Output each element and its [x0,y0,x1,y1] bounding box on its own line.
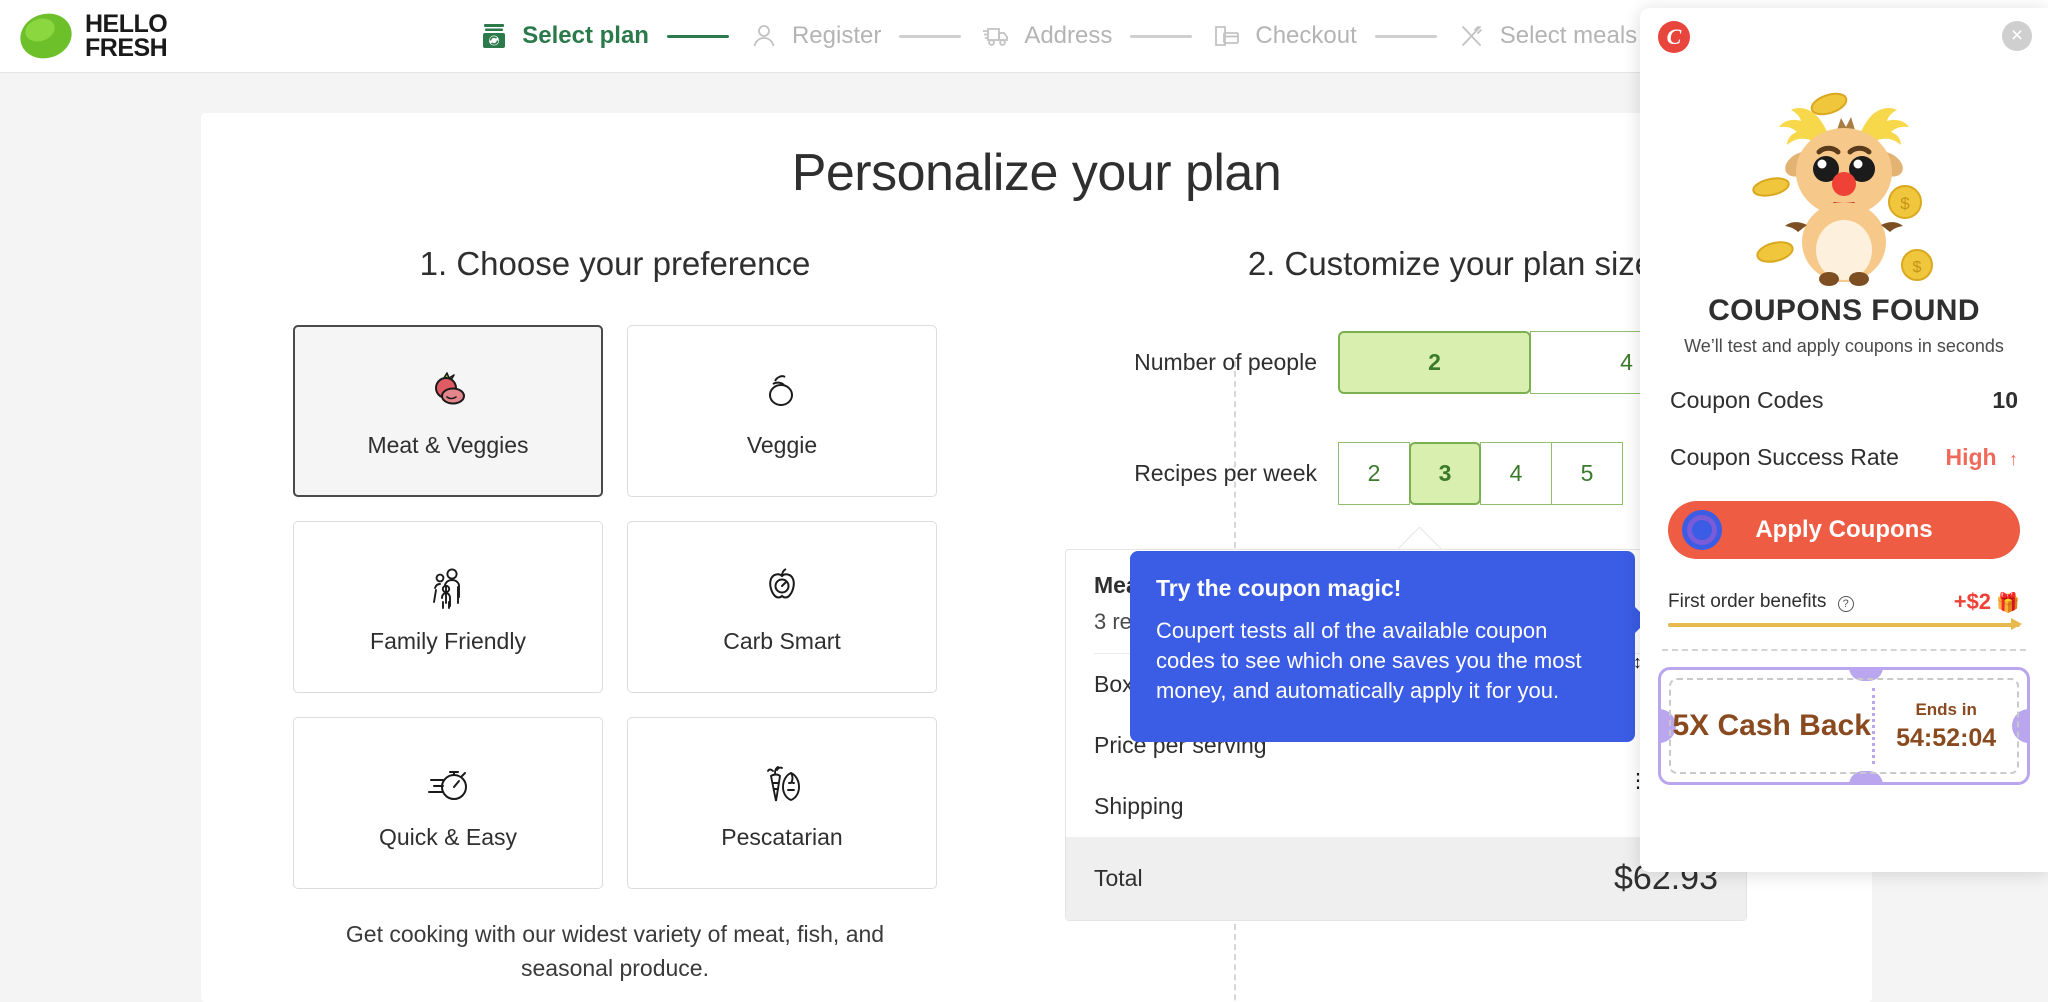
benefits-progress-bar [1668,618,2022,630]
fork-knife-icon [1455,19,1489,53]
family-icon [422,560,474,616]
truck-icon [979,19,1013,53]
panel-notch [1398,527,1442,549]
recipes-option-5[interactable]: 5 [1551,442,1623,505]
tomato-outline-icon [757,364,807,420]
first-order-amount-wrap: +$2 🎁 [1954,589,2020,615]
preference-column: 1. Choose your preference Meat & Veggies [201,245,1029,985]
total-label: Total [1094,865,1143,891]
step-connector [666,34,729,38]
step-connector [899,34,962,38]
carrot-fish-icon [755,756,809,812]
stat-label: Coupon Codes [1670,387,1824,413]
recipes-option-4[interactable]: 4 [1480,442,1552,505]
stat-coupon-success-rate: Coupon Success Rate High ↑ [1640,444,2048,471]
step-label: Select meals [1499,22,1638,49]
recipes-option-2[interactable]: 2 [1338,442,1410,505]
cashback-time: 54:52:04 [1896,723,1997,752]
step-checkout[interactable]: Checkout [1210,19,1357,53]
step-label: Address [1024,22,1113,49]
tooltip-title: Try the coupon magic! [1156,575,1402,601]
coupert-subtitle: We’ll test and apply coupons in seconds [1684,336,2004,356]
resize-handle-vertical[interactable]: ↕ [1633,652,1642,673]
coupon-inner: 5X Cash Back Ends in 54:52:04 [1669,678,2019,774]
svg-text:$: $ [1913,259,1922,276]
step-connector [1374,34,1437,38]
cashback-countdown: Ends in 54:52:04 [1875,700,2017,753]
stat-label: Coupon Success Rate [1670,444,1899,470]
preference-card-family-friendly[interactable]: Family Friendly [293,521,603,693]
stat-value: 10 [1992,387,2018,413]
first-order-amount: +$2 [1953,589,1992,614]
apply-coupons-label: Apply Coupons [1755,516,1933,543]
preference-label: Pescatarian [721,823,843,850]
cashback-ends-label: Ends in [1915,699,1977,719]
first-order-benefits-label: First order benefits [1668,591,1827,612]
step-select-plan[interactable]: Select plan [477,19,649,53]
preference-label: Carb Smart [723,627,841,654]
box-recycle-icon [477,19,511,53]
preference-card-pescatarian[interactable]: Pescatarian [627,717,937,889]
preference-note: Get cooking with our widest variety of m… [345,921,885,981]
logo-line-1: HELLO [85,10,168,38]
stopwatch-icon [421,756,475,812]
cashback-coupon-card[interactable]: 5X Cash Back Ends in 54:52:04 [1658,667,2030,785]
hellofresh-logo[interactable]: HELLO FRESH [18,10,168,62]
logo-line-2: FRESH [85,34,168,62]
apple-gauge-icon [757,560,807,616]
preference-heading: 1. Choose your preference [419,245,811,282]
card-icon [1210,19,1244,53]
stat-value: High [1945,444,1997,470]
preference-card-quick-easy[interactable]: Quick & Easy [293,717,603,889]
recipes-per-week-options: 2 3 4 5 [1338,442,1623,505]
trend-up-icon: ↑ [2009,449,2018,469]
page-title: Personalize your plan [791,144,1282,202]
number-of-people-label: Number of people [1134,349,1317,375]
tooltip-body: Coupert tests all of the available coupo… [1156,618,1582,703]
first-order-benefits-label-wrap: First order benefits ? [1668,591,1854,613]
page-root: HELLO FRESH Select plan Register Address… [0,0,2048,1002]
help-icon[interactable]: ? [1837,596,1854,612]
coupert-logo-icon[interactable]: C [1658,21,1690,53]
preference-card-meat-veggies[interactable]: Meat & Veggies [293,325,603,497]
gift-icon: 🎁 [1996,593,2020,614]
coupon-magic-tooltip: Try the coupon magic! Coupert tests all … [1130,551,1648,742]
step-connector [1130,34,1193,38]
preference-label: Veggie [746,431,818,458]
coupert-panel: C × $ $ COUPONS FOUND We’ll test and app… [1628,8,2048,872]
first-order-benefits-row: First order benefits ? +$2 🎁 [1640,589,2048,615]
close-icon[interactable]: × [2002,21,2032,51]
preference-label: Quick & Easy [378,823,518,850]
step-select-meals[interactable]: Select meals [1455,19,1637,53]
loading-spinner-icon [1682,510,1722,550]
tomato-meat-icon [422,364,474,420]
step-label: Checkout [1255,22,1357,49]
recipes-per-week-label: Recipes per week [1134,460,1317,486]
apply-coupons-button[interactable]: Apply Coupons [1668,501,2020,559]
reindeer-mascot-icon: $ $ [1640,52,2048,292]
checkout-steps: Select plan Register Address Checkout Se… [477,19,1637,53]
step-label: Register [791,22,882,49]
preference-card-carb-smart[interactable]: Carb Smart [627,521,937,693]
user-icon [747,19,781,53]
step-address[interactable]: Address [979,19,1112,53]
people-option-2[interactable]: 2 [1338,331,1531,394]
preference-label: Meat & Veggies [367,431,529,458]
coupert-title: COUPONS FOUND [1708,294,1980,327]
stat-coupon-codes: Coupon Codes 10 [1640,387,2048,414]
preference-label: Family Friendly [370,627,526,654]
stat-value-wrap: High ↑ [1946,444,2019,471]
recipes-option-3[interactable]: 3 [1409,442,1481,505]
lemon-icon [18,10,76,62]
preference-card-veggie[interactable]: Veggie [627,325,937,497]
preference-grid: Meat & Veggies Veggie Family Friendly Ca… [201,325,1029,889]
cashback-label: 5X Cash Back [1672,709,1871,742]
price-label: Shipping [1094,793,1184,819]
coupert-section-divider [1662,649,2026,651]
step-register[interactable]: Register [747,19,881,53]
resize-handle-horizontal[interactable]: ⋮ [1628,768,1648,793]
svg-text:$: $ [1900,194,1910,213]
step-label: Select plan [522,22,649,49]
